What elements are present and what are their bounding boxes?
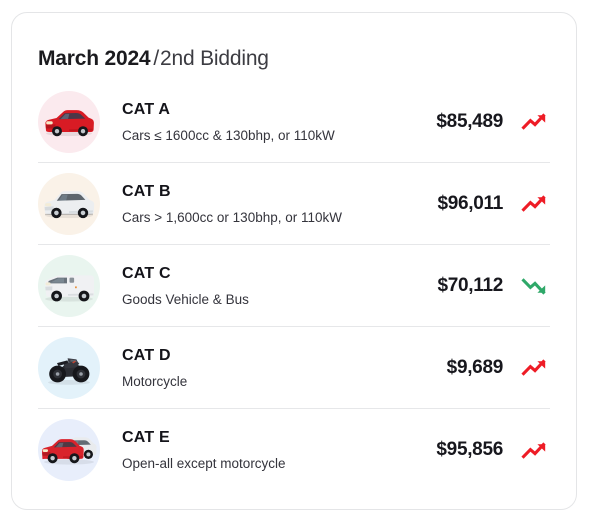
- category-description: Open-all except motorcycle: [122, 456, 286, 471]
- title-phase: 2nd Bidding: [160, 47, 269, 70]
- avatar: [38, 90, 100, 153]
- avatar: [38, 336, 100, 399]
- list-item[interactable]: CAT D Motorcycle $9,689: [38, 327, 550, 409]
- price-value: $95,856: [436, 439, 503, 460]
- title-separator: /: [153, 47, 160, 70]
- avatar: [38, 172, 100, 235]
- category-name: CAT D: [122, 346, 171, 364]
- category-name: CAT C: [122, 264, 171, 282]
- price-value: $70,112: [437, 274, 503, 296]
- list-item[interactable]: CAT E Open-all except motorcycle $95,856: [38, 409, 550, 491]
- page-title: March 2024/2nd Bidding: [38, 47, 576, 71]
- category-name: CAT E: [122, 429, 170, 446]
- category-info: CAT D Motorcycle: [122, 346, 447, 390]
- avatar: [38, 419, 100, 481]
- trending-down-icon: [520, 274, 550, 298]
- category-list: CAT A Cars ≤ 1600cc & 130bhp, or 110kW $…: [12, 81, 576, 491]
- category-info: CAT E Open-all except motorcycle: [122, 428, 436, 472]
- card-header: March 2024/2nd Bidding: [12, 13, 576, 70]
- list-item[interactable]: CAT C Goods Vehicle & Bus $70,112: [38, 245, 550, 327]
- price-value: $85,489: [436, 110, 503, 132]
- category-description: Goods Vehicle & Bus: [122, 291, 249, 307]
- price-value: $9,689: [446, 356, 504, 378]
- list-item[interactable]: CAT B Cars > 1,600cc or 130bhp, or 110kW…: [38, 163, 550, 245]
- category-name: CAT B: [122, 182, 171, 200]
- title-month: March 2024: [38, 47, 151, 70]
- category-description: Motorcycle: [122, 373, 188, 389]
- category-description: Cars ≤ 1600cc & 130bhp, or 110kW: [122, 127, 335, 143]
- avatar: [38, 254, 100, 317]
- category-info: CAT A Cars ≤ 1600cc & 130bhp, or 110kW: [122, 100, 436, 144]
- trending-up-icon: [520, 438, 550, 462]
- category-info: CAT C Goods Vehicle & Bus: [122, 264, 437, 308]
- list-item[interactable]: CAT A Cars ≤ 1600cc & 130bhp, or 110kW $…: [38, 81, 550, 163]
- price-value: $96,011: [437, 192, 503, 214]
- category-name: CAT A: [122, 100, 171, 118]
- bidding-results-card: March 2024/2nd Bidding CAT A Cars ≤ 1600…: [11, 12, 577, 510]
- category-info: CAT B Cars > 1,600cc or 130bhp, or 110kW: [122, 182, 437, 226]
- trending-up-icon: [520, 192, 550, 216]
- trending-up-icon: [520, 356, 550, 380]
- category-description: Cars > 1,600cc or 130bhp, or 110kW: [122, 209, 342, 225]
- trending-up-icon: [520, 110, 550, 134]
